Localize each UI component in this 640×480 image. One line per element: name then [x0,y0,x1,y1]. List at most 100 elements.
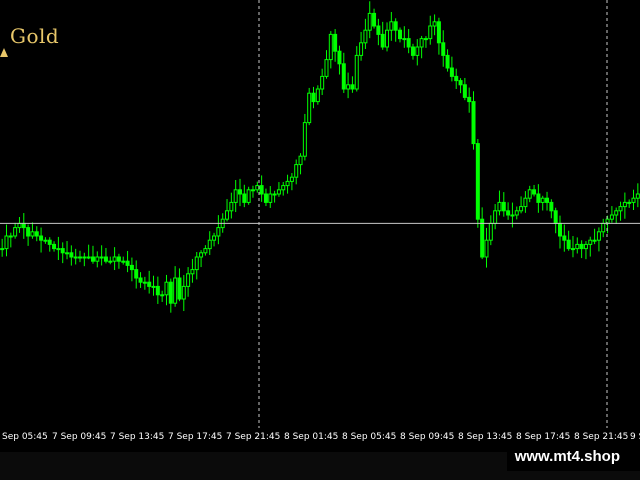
candle-body [138,277,143,283]
candle-body [21,222,26,229]
candle-body [216,227,221,237]
candle-body [562,235,567,241]
candle [627,199,632,208]
candle [385,22,390,52]
candle-body [47,239,52,245]
candle-body [242,193,247,203]
candle-body [432,21,437,27]
candle [151,275,156,296]
candle-body [514,210,519,216]
candle-body [372,12,377,27]
candle-body [622,201,627,208]
candle-body [225,210,230,220]
candle [367,1,372,39]
candle-body [333,33,338,52]
candle-body [263,193,268,203]
candle-body [415,46,420,56]
candle-body [65,252,70,255]
candle [402,26,407,48]
candle [21,213,26,239]
candle-body [445,54,450,69]
candle-body [13,227,18,237]
candle-body [276,189,281,195]
candle [320,68,325,96]
candle [103,248,108,264]
candle [558,215,562,249]
candlestick-chart[interactable] [0,0,640,428]
candle [519,196,524,214]
candle-body [73,256,78,259]
candle-body [17,222,22,229]
candle [26,224,31,246]
candle [229,192,234,219]
candle-body [523,197,528,208]
candle-body [95,256,100,262]
candle [406,29,411,54]
candle-body [484,239,489,258]
candle [186,267,191,297]
time-tick-label: 8 Sep 17:45 [516,432,571,442]
candle-body [398,29,402,40]
candle-body [618,206,623,212]
candle [545,191,550,211]
candle [635,183,640,208]
candle-body [199,252,204,258]
candle [363,18,368,49]
candle-body [315,88,320,103]
candle-body [268,193,273,203]
candle [0,238,5,257]
candle [82,252,87,267]
candle [449,56,454,82]
candle-body [376,25,381,35]
candle [207,231,212,255]
candle [311,86,316,109]
candle [242,184,247,208]
candle [398,27,402,43]
candle-body [532,189,537,195]
candle [341,52,346,93]
candle [570,236,575,258]
candle-body [363,29,368,44]
candle [592,228,597,245]
candle [393,18,398,42]
candle-body [52,243,57,250]
candle-body [155,285,160,296]
candle-body [90,256,95,262]
candle-body [566,239,571,250]
candle-body [540,197,545,203]
candle [263,188,268,207]
candle [238,178,242,207]
candle-body [147,281,152,287]
candle-body [497,201,502,212]
candle-body [346,84,351,90]
candle [614,207,619,224]
candle [454,68,459,89]
candle-body [423,38,428,41]
candle [142,276,147,290]
candle [285,174,290,194]
candle [160,290,165,302]
candle [43,237,48,244]
time-tick-label: 8 Sep 09:45 [400,432,455,442]
candle [549,199,554,219]
candle [333,29,338,62]
candle [276,182,281,197]
candle [618,201,623,221]
candle-body [43,239,48,242]
candle [4,224,9,257]
candle [60,242,65,264]
chart-area[interactable]: Gold Sep 05:45 7 Sep 09:45 7 Sep 13:45 7 Se… [0,0,640,480]
candle [536,184,541,213]
candle-body [406,38,411,48]
candle-body [635,193,640,199]
time-tick-label: 7 Sep 13:45 [110,432,165,442]
candle [475,138,480,228]
candle-body [575,243,580,250]
candle [553,207,558,234]
candle [147,270,152,294]
candle-body [320,75,325,90]
candle [346,72,351,99]
candle [173,266,178,307]
candle [523,191,528,213]
candle [203,245,208,256]
